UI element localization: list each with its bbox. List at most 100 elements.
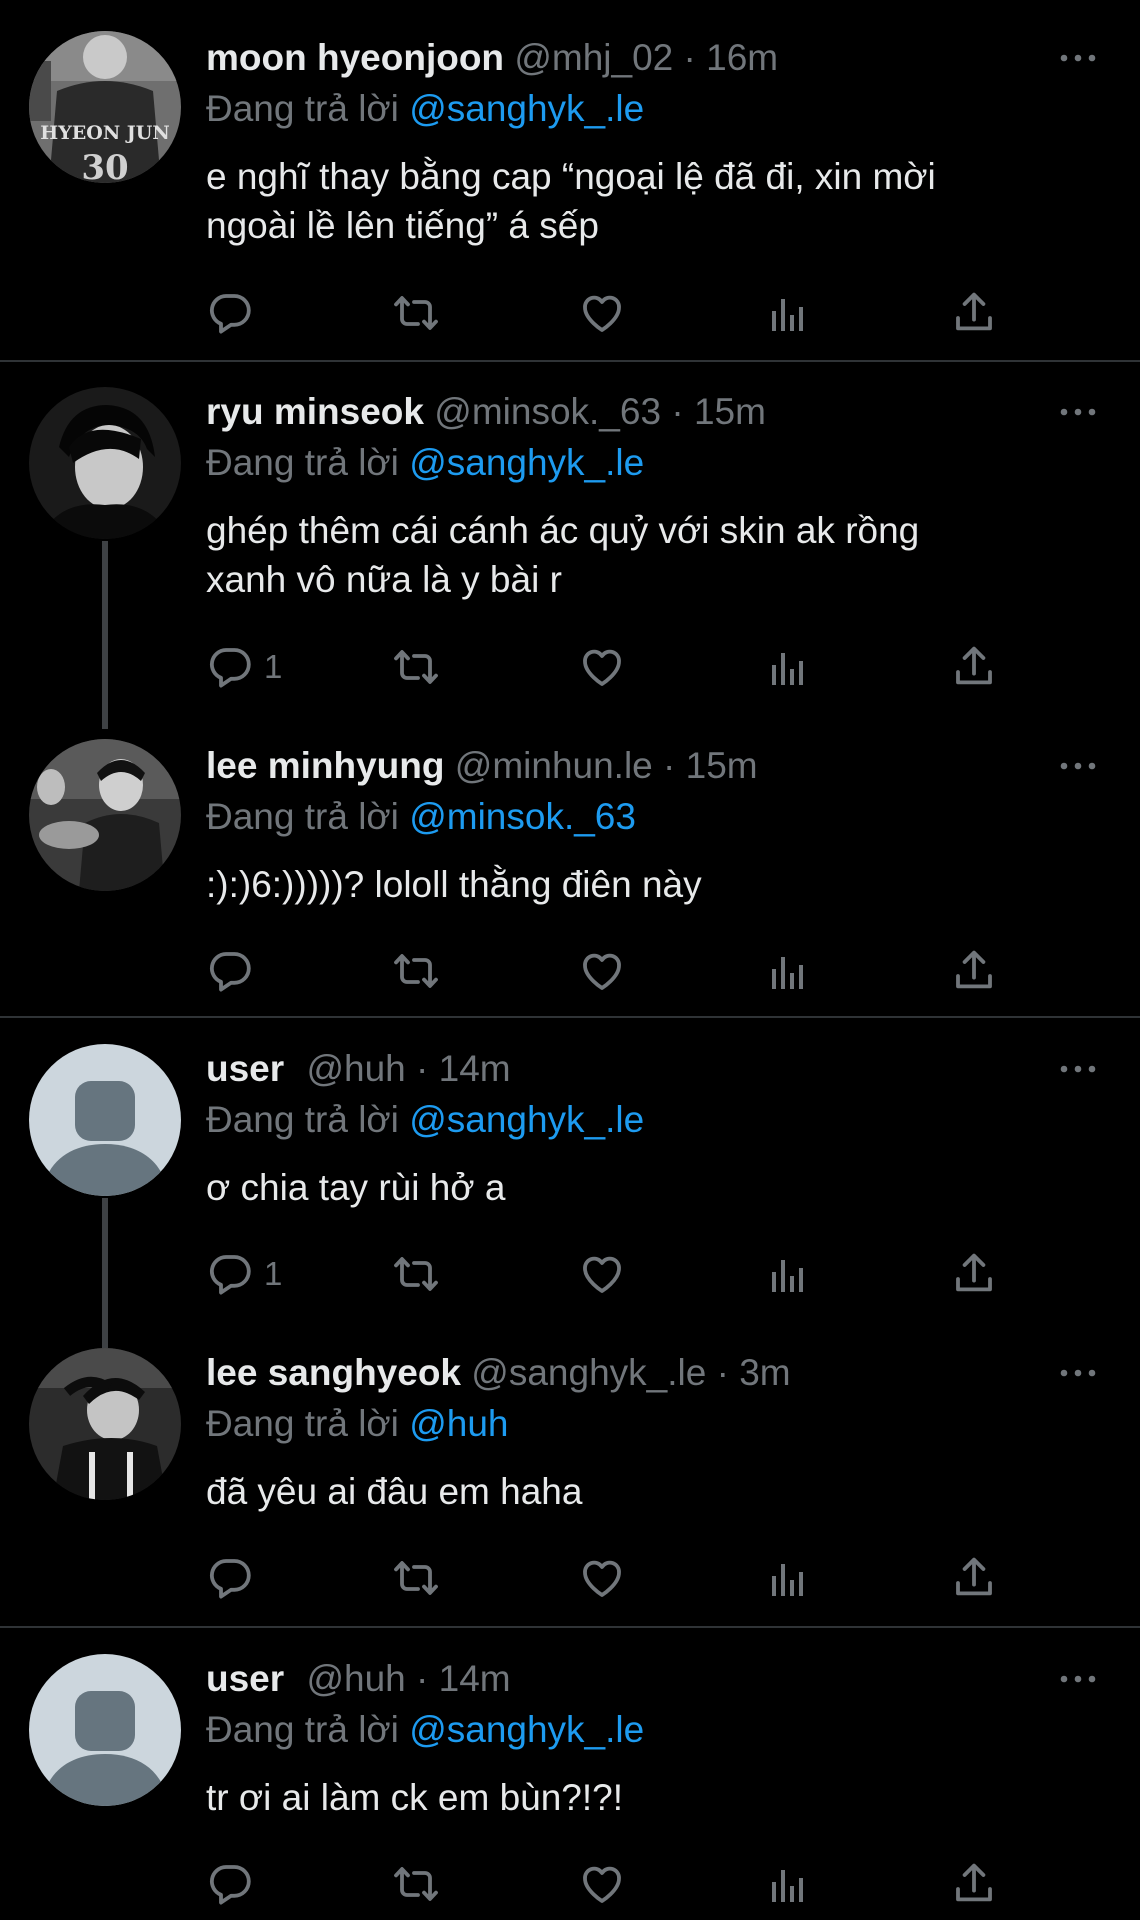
share-button[interactable]	[950, 289, 998, 337]
mention-link[interactable]: @sanghyk_.le	[409, 88, 644, 129]
display-name[interactable]: lee minhyung	[206, 745, 444, 786]
tweet[interactable]: lee sanghyeok @sanghyk_.le · 3m Đang trả…	[0, 1322, 1140, 1626]
share-button[interactable]	[950, 643, 998, 691]
separator-dot: ·	[671, 391, 684, 432]
retweet-button[interactable]	[392, 289, 440, 337]
user-handle[interactable]: @huh	[306, 1658, 405, 1699]
retweet-button[interactable]	[392, 1860, 440, 1908]
display-name[interactable]: ryu minseok	[206, 391, 424, 432]
retweet-button[interactable]	[392, 643, 440, 691]
like-icon	[578, 643, 626, 691]
tweet-header: lee sanghyeok @sanghyk_.le · 3m	[206, 1348, 791, 1398]
tweet-header: ryu minseok @minsok._63 · 15m	[206, 387, 766, 437]
like-button[interactable]	[578, 643, 626, 691]
analytics-button[interactable]	[764, 1860, 812, 1908]
replying-prefix: Đang trả lời	[206, 1099, 399, 1140]
share-button[interactable]	[950, 1250, 998, 1298]
reply-button[interactable]	[206, 947, 264, 995]
timestamp[interactable]: 15m	[694, 391, 766, 432]
action-bar	[206, 289, 1006, 337]
analytics-icon	[764, 947, 812, 995]
like-button[interactable]	[578, 1554, 626, 1602]
more-icon[interactable]	[1058, 756, 1098, 776]
share-icon	[950, 1860, 998, 1908]
svg-text:HYEON JUN: HYEON JUN	[40, 122, 169, 144]
timestamp[interactable]: 14m	[439, 1658, 511, 1699]
mention-link[interactable]: @sanghyk_.le	[409, 1709, 644, 1750]
share-button[interactable]	[950, 947, 998, 995]
user-handle[interactable]: @minhun.le	[455, 745, 653, 786]
replying-to: Đang trả lời @huh	[206, 1399, 508, 1449]
mention-link[interactable]: @huh	[409, 1403, 508, 1444]
tweet-text-line: :):)6:)))))? lololl thằng điên này	[206, 864, 702, 905]
mention-link[interactable]: @minsok._63	[409, 796, 636, 837]
tweet-text: :):)6:)))))? lololl thằng điên này	[206, 860, 1086, 909]
retweet-icon	[392, 947, 440, 995]
user-handle[interactable]: @sanghyk_.le	[471, 1352, 706, 1393]
analytics-button[interactable]	[764, 1554, 812, 1602]
reply-icon	[206, 1860, 254, 1908]
analytics-button[interactable]	[764, 1250, 812, 1298]
like-button[interactable]	[578, 1860, 626, 1908]
user-handle[interactable]: @huh	[306, 1048, 405, 1089]
timestamp[interactable]: 16m	[706, 37, 778, 78]
tweet[interactable]: HYEON JUN 30 moon hyeonjoon @mhj_02 · 16…	[0, 0, 1140, 360]
tweet-text-line: đã yêu ai đâu em haha	[206, 1471, 583, 1512]
display-name[interactable]: lee sanghyeok	[206, 1352, 461, 1393]
timestamp[interactable]: 15m	[686, 745, 758, 786]
display-name[interactable]: user	[206, 1048, 284, 1089]
tweet-text: đã yêu ai đâu em haha	[206, 1467, 1086, 1516]
like-button[interactable]	[578, 1250, 626, 1298]
analytics-button[interactable]	[764, 289, 812, 337]
avatar[interactable]: HYEON JUN 30	[29, 31, 181, 183]
share-icon	[950, 1250, 998, 1298]
reply-button[interactable]	[206, 289, 264, 337]
tweet-text: ghép thêm cái cánh ác quỷ với skin ak rồ…	[206, 506, 1086, 604]
avatar[interactable]	[29, 1348, 181, 1500]
user-handle[interactable]: @mhj_02	[514, 37, 673, 78]
retweet-button[interactable]	[392, 947, 440, 995]
reply-button[interactable]: 1	[206, 643, 282, 691]
reply-count: 1	[264, 1255, 283, 1292]
more-icon[interactable]	[1058, 1059, 1098, 1079]
reply-button[interactable]: 1	[206, 1250, 282, 1298]
tweet-text: tr ơi ai làm ck em bùn?!?!	[206, 1773, 1086, 1822]
retweet-icon	[392, 1860, 440, 1908]
share-button[interactable]	[950, 1860, 998, 1908]
avatar[interactable]	[29, 739, 181, 891]
avatar[interactable]	[29, 1654, 181, 1806]
user-handle[interactable]: @minsok._63	[434, 391, 661, 432]
share-icon	[950, 947, 998, 995]
more-icon[interactable]	[1058, 402, 1098, 422]
more-icon[interactable]	[1058, 1363, 1098, 1383]
reply-button[interactable]	[206, 1860, 264, 1908]
reply-icon	[206, 643, 254, 691]
like-button[interactable]	[578, 289, 626, 337]
avatar[interactable]	[29, 387, 181, 539]
retweet-button[interactable]	[392, 1554, 440, 1602]
like-button[interactable]	[578, 947, 626, 995]
display-name[interactable]: moon hyeonjoon	[206, 37, 504, 78]
analytics-button[interactable]	[764, 947, 812, 995]
retweet-icon	[392, 1250, 440, 1298]
replying-to: Đang trả lời @sanghyk_.le	[206, 1705, 644, 1755]
replying-to: Đang trả lời @sanghyk_.le	[206, 438, 644, 488]
analytics-button[interactable]	[764, 643, 812, 691]
separator-dot: ·	[683, 37, 696, 78]
tweet[interactable]: ryu minseok @minsok._63 · 15m Đang trả l…	[0, 362, 1140, 729]
mention-link[interactable]: @sanghyk_.le	[409, 442, 644, 483]
mention-link[interactable]: @sanghyk_.le	[409, 1099, 644, 1140]
action-bar: 1	[206, 1250, 1006, 1298]
more-icon[interactable]	[1058, 48, 1098, 68]
more-icon[interactable]	[1058, 1669, 1098, 1689]
reply-button[interactable]	[206, 1554, 264, 1602]
retweet-button[interactable]	[392, 1250, 440, 1298]
timestamp[interactable]: 14m	[439, 1048, 511, 1089]
timestamp[interactable]: 3m	[739, 1352, 790, 1393]
share-button[interactable]	[950, 1554, 998, 1602]
tweet[interactable]: user @huh · 14m Đang trả lời @sanghyk_.l…	[0, 1628, 1140, 1920]
tweet[interactable]: lee minhyung @minhun.le · 15m Đang trả l…	[0, 710, 1140, 1016]
tweet[interactable]: user @huh · 14m Đang trả lời @sanghyk_.l…	[0, 1018, 1140, 1366]
display-name[interactable]: user	[206, 1658, 284, 1699]
avatar[interactable]	[29, 1044, 181, 1196]
